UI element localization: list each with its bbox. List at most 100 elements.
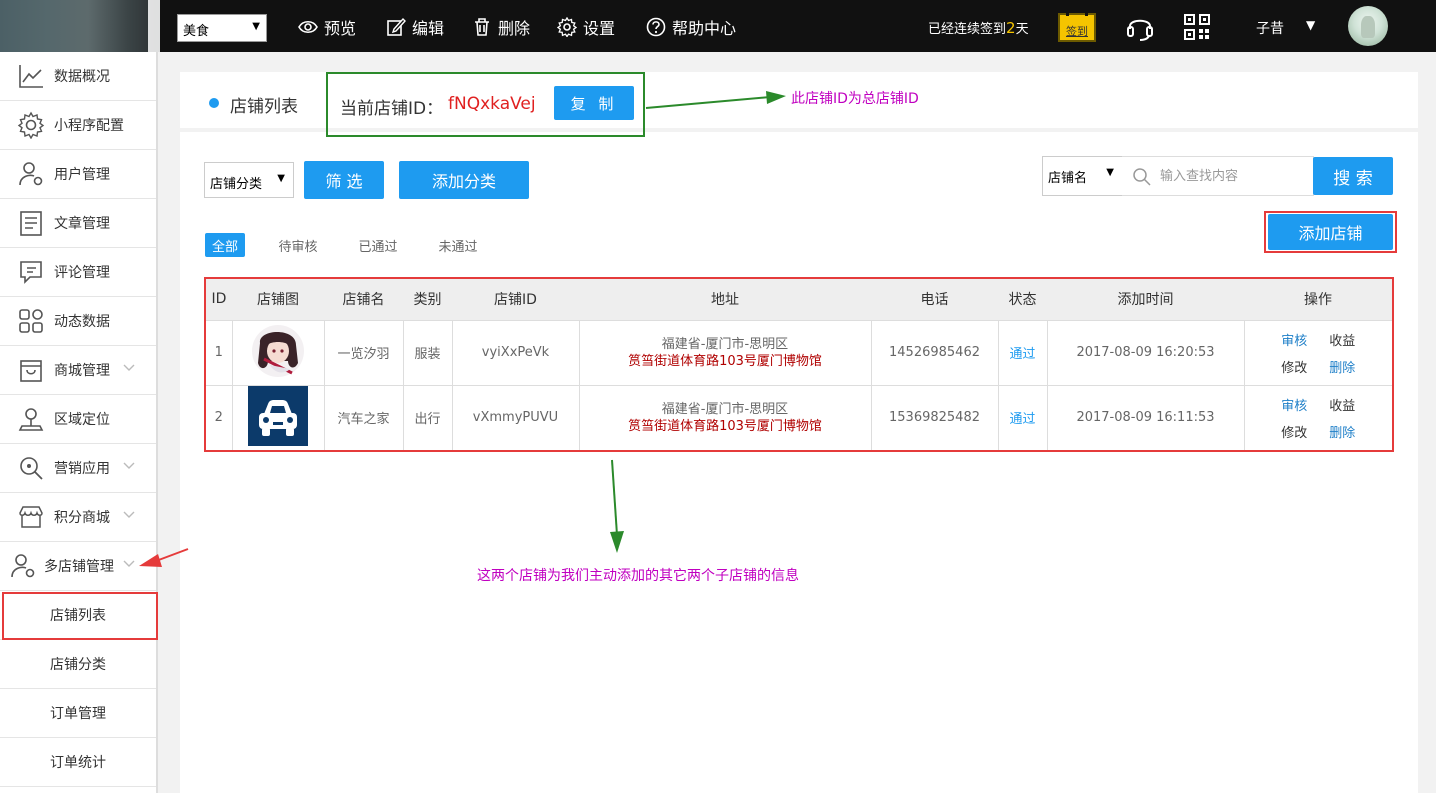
- sign-in-button[interactable]: 签到: [1058, 11, 1096, 42]
- page-title: 店铺列表: [230, 97, 298, 117]
- settings-button[interactable]: 设置: [557, 14, 615, 40]
- location-icon: [18, 408, 44, 431]
- help-center-button[interactable]: 帮助中心: [646, 14, 736, 40]
- top-bar: 美食 ▼ 预览 编辑 删除 设置 帮助中心 已经连续签到2天 签到 子昔 ▼: [0, 0, 1436, 52]
- annotation-total-id: 此店铺ID为总店铺ID: [791, 91, 919, 107]
- sidebar-item-label: 文章管理: [54, 216, 110, 232]
- eye-icon: [298, 20, 318, 34]
- annotation-child-shops: 这两个店铺为我们主动添加的其它两个子店铺的信息: [477, 568, 799, 584]
- chevron-down-icon: [123, 462, 135, 469]
- comment-icon: [20, 261, 42, 284]
- caret-down-icon: ▼: [1106, 167, 1114, 178]
- category-select-value: 美食: [183, 24, 210, 39]
- shop-bag-icon: [20, 360, 42, 382]
- sign-streak-text: 已经连续签到2天: [928, 18, 1029, 37]
- search-field-select-value: 店铺名: [1048, 171, 1088, 186]
- sidebar: 数据概况 小程序配置 用户管理 文章管理 评论管理 动态数据 商城管理 区域定位…: [0, 52, 158, 793]
- copy-button[interactable]: 复 制: [554, 86, 634, 120]
- gear-icon: [17, 111, 45, 139]
- sidebar-item-label: 积分商城: [54, 510, 110, 526]
- sidebar-item-user-management[interactable]: 用户管理: [0, 150, 156, 199]
- sidebar-item-label: 商城管理: [54, 363, 110, 379]
- chevron-down-icon: [123, 364, 135, 371]
- sidebar-item-dynamic-data[interactable]: 动态数据: [0, 297, 156, 346]
- current-id-label: 当前店铺ID：: [340, 99, 444, 119]
- table-highlight: [204, 277, 1394, 452]
- search-input[interactable]: [1160, 165, 1310, 187]
- settings-label: 设置: [583, 19, 616, 38]
- sidebar-item-miniprogram-config[interactable]: 小程序配置: [0, 101, 156, 150]
- delete-button[interactable]: 删除: [472, 14, 530, 40]
- edit-label: 编辑: [412, 19, 445, 38]
- add-shop-highlight: [1264, 211, 1397, 253]
- sidebar-item-mall-management[interactable]: 商城管理: [0, 346, 156, 395]
- sidebar-subitem-shop-category[interactable]: 店铺分类: [0, 640, 156, 689]
- sidebar-item-article-management[interactable]: 文章管理: [0, 199, 156, 248]
- sidebar-item-label: 用户管理: [54, 167, 110, 183]
- gear-icon: [557, 17, 577, 37]
- filter-button[interactable]: 筛 选: [304, 161, 384, 199]
- sidebar-item-data-overview[interactable]: 数据概况: [0, 52, 156, 101]
- sidebar-item-region-location[interactable]: 区域定位: [0, 395, 156, 444]
- sidebar-item-label: 区域定位: [54, 412, 110, 428]
- shop-category-select-value: 店铺分类: [210, 177, 263, 192]
- tab-approved[interactable]: 已通过: [350, 233, 406, 257]
- help-icon: [646, 17, 666, 37]
- chevron-down-icon: [123, 560, 135, 567]
- store-icon: [19, 506, 43, 528]
- delete-label: 删除: [498, 19, 531, 38]
- caret-down-icon[interactable]: ▼: [1306, 18, 1315, 32]
- current-id-value: fNQxkaVej: [448, 94, 536, 114]
- sidebar-subitem-order-management[interactable]: 订单管理: [0, 689, 156, 738]
- current-shop-id-box: 当前店铺ID： fNQxkaVej 复 制: [326, 72, 645, 137]
- sign-suffix: 天: [1015, 22, 1029, 37]
- sidebar-item-label: 动态数据: [54, 314, 110, 330]
- title-dot-icon: [209, 98, 219, 108]
- caret-down-icon: ▼: [252, 21, 260, 32]
- calendar-rings-icon: [1066, 11, 1088, 16]
- preview-button[interactable]: 预览: [298, 14, 356, 40]
- add-category-button[interactable]: 添加分类: [399, 161, 529, 199]
- active-item-highlight: [2, 592, 158, 640]
- edit-icon: [387, 17, 406, 36]
- tab-all[interactable]: 全部: [205, 233, 245, 257]
- sidebar-item-comment-management[interactable]: 评论管理: [0, 248, 156, 297]
- trash-icon: [475, 18, 489, 36]
- search-button[interactable]: 搜 索: [1313, 157, 1393, 195]
- search-tag-icon: [20, 457, 43, 480]
- search-box: [1122, 156, 1314, 196]
- caret-down-icon: ▼: [277, 173, 285, 184]
- sidebar-item-marketing-apps[interactable]: 营销应用: [0, 444, 156, 493]
- avatar[interactable]: [1348, 6, 1388, 46]
- headset-icon[interactable]: [1125, 12, 1155, 42]
- sidebar-item-label: 订单管理: [50, 706, 106, 722]
- sidebar-item-label: 小程序配置: [54, 118, 124, 134]
- edit-button[interactable]: 编辑: [386, 14, 444, 40]
- qr-code-icon[interactable]: [1184, 14, 1210, 40]
- grid-icon: [19, 309, 43, 333]
- sign-in-label: 签到: [1066, 25, 1088, 38]
- preview-label: 预览: [324, 19, 357, 38]
- article-icon: [20, 211, 42, 236]
- chart-line-icon: [19, 65, 43, 88]
- category-select[interactable]: 美食 ▼: [177, 14, 267, 42]
- sidebar-item-label: 营销应用: [54, 461, 110, 477]
- search-icon: [1133, 168, 1151, 186]
- sidebar-item-points-mall[interactable]: 积分商城: [0, 493, 156, 542]
- search-field-select[interactable]: 店铺名 ▼: [1042, 156, 1123, 196]
- tab-pending[interactable]: 待审核: [270, 233, 326, 257]
- sidebar-item-label: 评论管理: [54, 265, 110, 281]
- brand-logo: [0, 0, 160, 52]
- multi-shop-icon: [11, 554, 35, 578]
- username[interactable]: 子昔: [1256, 18, 1284, 38]
- user-gear-icon: [19, 162, 43, 186]
- shop-category-select[interactable]: 店铺分类 ▼: [204, 162, 294, 198]
- sidebar-item-label: 店铺分类: [50, 657, 106, 673]
- tab-rejected[interactable]: 未通过: [430, 233, 486, 257]
- sign-days: 2: [1006, 19, 1016, 37]
- sidebar-item-label: 数据概况: [54, 69, 110, 85]
- sidebar-subitem-order-statistics[interactable]: 订单统计: [0, 738, 156, 787]
- sidebar-item-multi-shop-management[interactable]: 多店铺管理: [0, 542, 156, 591]
- sign-prefix: 已经连续签到: [928, 22, 1007, 37]
- chevron-down-icon: [123, 511, 135, 518]
